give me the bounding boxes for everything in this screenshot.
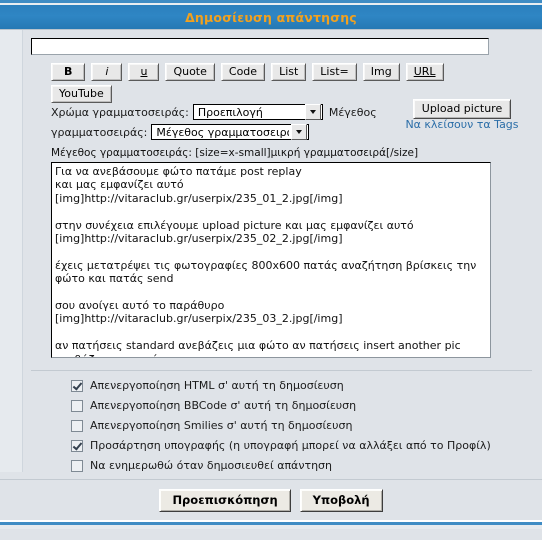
chevron-down-icon xyxy=(291,124,308,140)
checkbox-notify-reply[interactable] xyxy=(71,459,83,472)
url-button[interactable]: URL xyxy=(405,63,444,81)
bold-button[interactable]: B xyxy=(51,63,86,81)
option-disable-smilies[interactable]: Απενεργοποίηση Smilies σ' αυτή τη δημοσί… xyxy=(71,419,532,432)
checkbox-disable-bbcode[interactable] xyxy=(71,399,83,412)
form-frame: B i u Quote Code List List= Img URL YouT… xyxy=(0,30,542,472)
footer-actions: Προεπισκόπηση Υποβολή xyxy=(0,480,542,520)
chevron-down-icon xyxy=(304,104,321,120)
option-disable-smilies-label: Απενεργοποίηση Smilies σ' αυτή τη δημοσί… xyxy=(90,419,353,432)
bottom-edge xyxy=(0,525,542,529)
font-color-select[interactable]: Προεπιλογή xyxy=(192,104,323,120)
subject-row xyxy=(31,37,532,63)
font-color-value: Προεπιλογή xyxy=(197,105,263,119)
options-separator xyxy=(31,370,532,371)
font-color-row: Χρώμα γραμματοσειράς: Προεπιλογή Μέγεθος… xyxy=(51,99,532,131)
option-disable-html-label: Απενεργοποίηση HTML σ' αυτή τη δημοσίευσ… xyxy=(90,379,344,392)
italic-button[interactable]: i xyxy=(91,63,123,81)
checkbox-disable-smilies[interactable] xyxy=(71,419,83,432)
upload-picture-button[interactable]: Upload picture xyxy=(412,99,512,119)
option-disable-bbcode-label: Απενεργοποίηση BBCode σ' αυτή τη δημοσίε… xyxy=(90,399,357,412)
option-attach-signature[interactable]: Προσάρτηση υπογραφής (η υπογραφή μπορεί … xyxy=(71,439,532,452)
image-button[interactable]: Img xyxy=(362,63,400,81)
font-size-select[interactable]: Μέγεθος γραμματοσειράς xyxy=(151,124,310,140)
subject-input[interactable] xyxy=(31,38,489,55)
font-size-value: Μέγεθος γραμματοσειράς xyxy=(156,125,290,139)
page-title: Δημοσίευση απάντησης xyxy=(185,9,357,25)
message-wrapper xyxy=(51,162,532,361)
youtube-button[interactable]: YouTube xyxy=(51,85,112,103)
preview-button[interactable]: Προεπισκόπηση xyxy=(159,488,291,512)
option-notify-reply-label: Να ενημερωθώ όταν δημοσιευθεί απάντηση xyxy=(90,459,332,472)
list-button[interactable]: List xyxy=(271,63,307,81)
ordered-list-button[interactable]: List= xyxy=(312,63,357,81)
window-titlebar: Δημοσίευση απάντησης xyxy=(0,5,542,30)
font-size-hint: Μέγεθος γραμματοσειράς: [size=x-small]μι… xyxy=(51,147,419,159)
option-disable-html[interactable]: Απενεργοποίηση HTML σ' αυτή τη δημοσίευσ… xyxy=(71,379,532,392)
font-color-label: Χρώμα γραμματοσειράς: xyxy=(51,105,189,119)
checkbox-attach-signature[interactable] xyxy=(71,439,83,452)
left-gutter xyxy=(0,30,23,472)
form-content: B i u Quote Code List List= Img URL YouT… xyxy=(22,30,542,472)
font-size-label-part1: Μέγεθος xyxy=(328,105,377,119)
post-reply-page: Δημοσίευση απάντησης B i u Quote Code Li… xyxy=(0,0,542,540)
option-notify-reply[interactable]: Να ενημερωθώ όταν δημοσιευθεί απάντηση xyxy=(71,459,532,472)
bbcode-toolbar: B i u Quote Code List List= Img URL xyxy=(51,63,532,85)
post-options: Απενεργοποίηση HTML σ' αυτή τη δημοσίευσ… xyxy=(71,379,532,472)
submit-button[interactable]: Υποβολή xyxy=(299,488,383,512)
code-button[interactable]: Code xyxy=(220,63,266,81)
font-size-label-part2: γραμματοσειράς: xyxy=(51,125,148,139)
quote-button[interactable]: Quote xyxy=(165,63,215,81)
checkbox-disable-html[interactable] xyxy=(71,379,83,392)
font-size-row: γραμματοσειράς: Μέγεθος γραμματοσειράς xyxy=(51,124,532,140)
option-disable-bbcode[interactable]: Απενεργοποίηση BBCode σ' αυτή τη δημοσίε… xyxy=(71,399,532,412)
option-attach-signature-label: Προσάρτηση υπογραφής (η υπογραφή μπορεί … xyxy=(90,439,491,452)
message-textarea[interactable] xyxy=(51,162,491,358)
underline-button[interactable]: u xyxy=(128,63,160,81)
